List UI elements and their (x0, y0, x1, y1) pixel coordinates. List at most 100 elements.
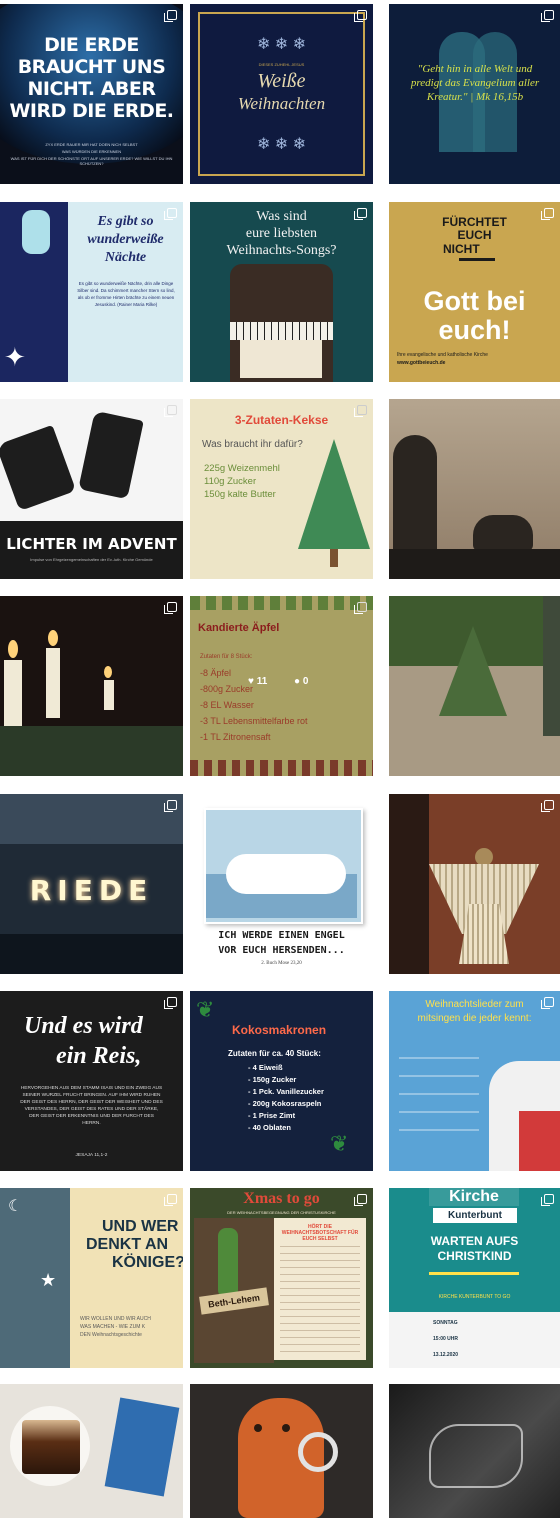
post-title: LICHTER IM ADVENT (6, 535, 177, 553)
multi-image-icon (164, 602, 177, 614)
post-weihnachts-songs[interactable]: Was sind eure liebsten Weihnachts-Songs? (190, 202, 373, 382)
post-top-text: EUCH (457, 228, 492, 242)
multi-image-icon (164, 208, 177, 220)
post-und-es-wird-ein-reis[interactable]: Und es wird ein Reis, HERVORGEHEN AUS DE… (0, 991, 183, 1171)
sneaker-image (78, 410, 144, 500)
post-line: KIRCHE KUNTERBUNT TO GO (438, 1294, 511, 1300)
flame (8, 640, 18, 658)
flame (48, 630, 58, 646)
comment-icon: ● (294, 676, 301, 687)
post-url: www.gottbeieuch.de (397, 360, 446, 366)
post-advent-candles[interactable] (0, 596, 183, 776)
post-weisse-weihnachten[interactable]: ❄ ❄ ❄ DIESES ZUHEHL JESUS Weiße Weihnach… (190, 4, 373, 184)
post-nikolaus-cookie[interactable] (190, 1384, 373, 1518)
post-kokosmakronen[interactable]: ❦ Kokosmakronen Zutaten für ca. 40 Stück… (190, 991, 373, 1171)
post-friede-letters[interactable]: RIEDE (0, 794, 183, 974)
cookie-eye (282, 1424, 290, 1432)
post-title: ein Reis, (56, 1043, 142, 1069)
post-day: SONNTAG (433, 1320, 458, 1326)
post-headline: DIE ERDE BRAUCHT UNS NICHT. ABER WIRD DI… (9, 34, 174, 122)
post-title: CHRISTKIND (437, 1249, 512, 1263)
post-question: Was braucht ihr dafür? (202, 439, 303, 450)
post-title: ICH WERDE EINEN ENGEL (218, 930, 345, 941)
unicorn-float (226, 854, 346, 894)
flyer-image (104, 1397, 180, 1497)
heart-icon: ♥ (248, 676, 254, 687)
post-heading: Nächte (104, 250, 147, 265)
post-title: DENKT AN (86, 1236, 169, 1253)
multi-image-icon (541, 208, 554, 220)
holly-icon: ❦ (196, 997, 215, 1022)
ingredient: -1 TL Zitronensaft (200, 732, 271, 742)
post-subtitle: DER WEIHNACHTSBEGEGNUNG DER CHRISTUSKIRC… (227, 1210, 336, 1215)
multi-image-icon (354, 10, 367, 22)
multi-image-icon (354, 208, 367, 220)
candle (46, 648, 60, 718)
flame (104, 666, 112, 678)
instagram-grid: DIE ERDE BRAUCHT UNS NICHT. ABER WIRD DI… (0, 0, 560, 1518)
cactus-image (218, 1228, 238, 1298)
post-engraved-glass[interactable] (389, 1384, 560, 1518)
post-big-text: Gott bei (423, 286, 526, 316)
post-xmas-to-go[interactable]: Xmas to go DER WEIHNACHTSBEGEGNUNG DER C… (190, 1188, 373, 1368)
post-3-zutaten-kekse[interactable]: 3-Zutaten-Kekse Was braucht ihr dafür? 2… (190, 399, 373, 579)
ingredient: - 1 Prise Zimt (248, 1111, 296, 1120)
post-gott-bei-euch[interactable]: FÜRCHTET EUCH NICHT Gott bei euch! Ihre … (389, 202, 560, 382)
like-count: ♥ 11 (248, 676, 267, 687)
post-shadow-play[interactable] (389, 399, 560, 579)
post-small-text: WAS MACHEN - WIE ZUM K (80, 1324, 146, 1330)
post-coffee[interactable] (0, 1384, 183, 1518)
ingredient: - 150g Zucker (248, 1075, 297, 1084)
post-title: mitsingen die jeder kennt: (417, 1013, 532, 1024)
comments-value: 0 (302, 676, 309, 687)
piano-keys (230, 322, 333, 340)
post-lichter-im-advent[interactable]: LICHTER IM ADVENT Impulse von Ehrgeizeng… (0, 399, 183, 579)
post-engel[interactable]: ICH WERDE EINEN ENGEL VOR EUCH HERSENDEN… (190, 794, 373, 974)
post-weihnachtslieder[interactable]: Weihnachtslieder zum mitsingen die jeder… (389, 991, 560, 1171)
door-frame (389, 794, 429, 974)
song-list (399, 1041, 479, 1141)
post-kirche-kunterbunt[interactable]: Kirche Kunterbunt WARTEN AUFS CHRISTKIND… (389, 1188, 560, 1368)
post-date: 13.12.2020 (433, 1352, 459, 1358)
ingredient: 150g kalte Butter (204, 489, 276, 500)
ingredient: - 40 Oblaten (248, 1123, 291, 1132)
shadow-figure (393, 435, 437, 555)
post-title: Weiße (257, 70, 306, 92)
leaf-border (190, 596, 373, 610)
post-title: Was sind (256, 209, 307, 224)
post-time: 15:00 UHR (433, 1336, 459, 1342)
post-paper-angel[interactable] (389, 794, 560, 974)
ingredient: -8 Äpfel (200, 668, 232, 678)
post-top-text: NICHT (443, 242, 480, 256)
post-reference: JESAJA 11,1-2 (75, 1153, 108, 1158)
flyer-text (280, 1240, 360, 1352)
post-wunderweisse-naechte[interactable]: ✦ Es gibt so wunderweiße Nächte Es gibt … (0, 202, 183, 382)
moon-icon: ☾ (8, 1198, 23, 1215)
shadow-figure (473, 515, 533, 551)
angel-head (475, 848, 493, 866)
post-mission-verse[interactable]: "Geht hin in alle Welt und predigt das E… (389, 4, 560, 184)
post-earth[interactable]: DIE ERDE BRAUCHT UNS NICHT. ABER WIRD DI… (0, 4, 183, 184)
sneaker-image (0, 424, 77, 512)
post-quote: "Geht hin in alle Welt und predigt das E… (410, 63, 540, 103)
post-small-text: DIESES ZUHEHL JESUS (258, 62, 305, 67)
kunterbunt-label: Kunterbunt (433, 1208, 517, 1223)
multi-image-icon (164, 997, 177, 1009)
post-kandierte-aepfel[interactable]: Kandierte Äpfel Zutaten für 8 Stück: -8 … (190, 596, 373, 776)
post-heading: wunderweiße (87, 232, 164, 247)
post-und-wer-denkt-an-koenige[interactable]: ☾ ★ UND WER DENKT AN KÖNIGE? WIR WOLLEN … (0, 1188, 183, 1368)
multi-image-icon (354, 1194, 367, 1206)
post-title: 3-Zutaten-Kekse (234, 413, 329, 427)
post-title: Kokosmakronen (232, 1023, 327, 1037)
post-footer: Ihre evangelische und katholische Kirche (397, 352, 488, 358)
multi-image-icon (541, 1194, 554, 1206)
post-garden-tree[interactable] (389, 596, 560, 776)
shadow-ground (389, 549, 560, 579)
child-sweater (519, 1111, 560, 1171)
wreath-greens (0, 726, 183, 776)
tree-trunk (330, 549, 338, 567)
post-title: Weihnachtslieder zum (425, 999, 524, 1010)
multi-image-icon (354, 405, 367, 417)
kirche-banner: Kirche (429, 1188, 519, 1206)
post-subtitle: Zutaten für ca. 40 Stück: (228, 1049, 321, 1058)
